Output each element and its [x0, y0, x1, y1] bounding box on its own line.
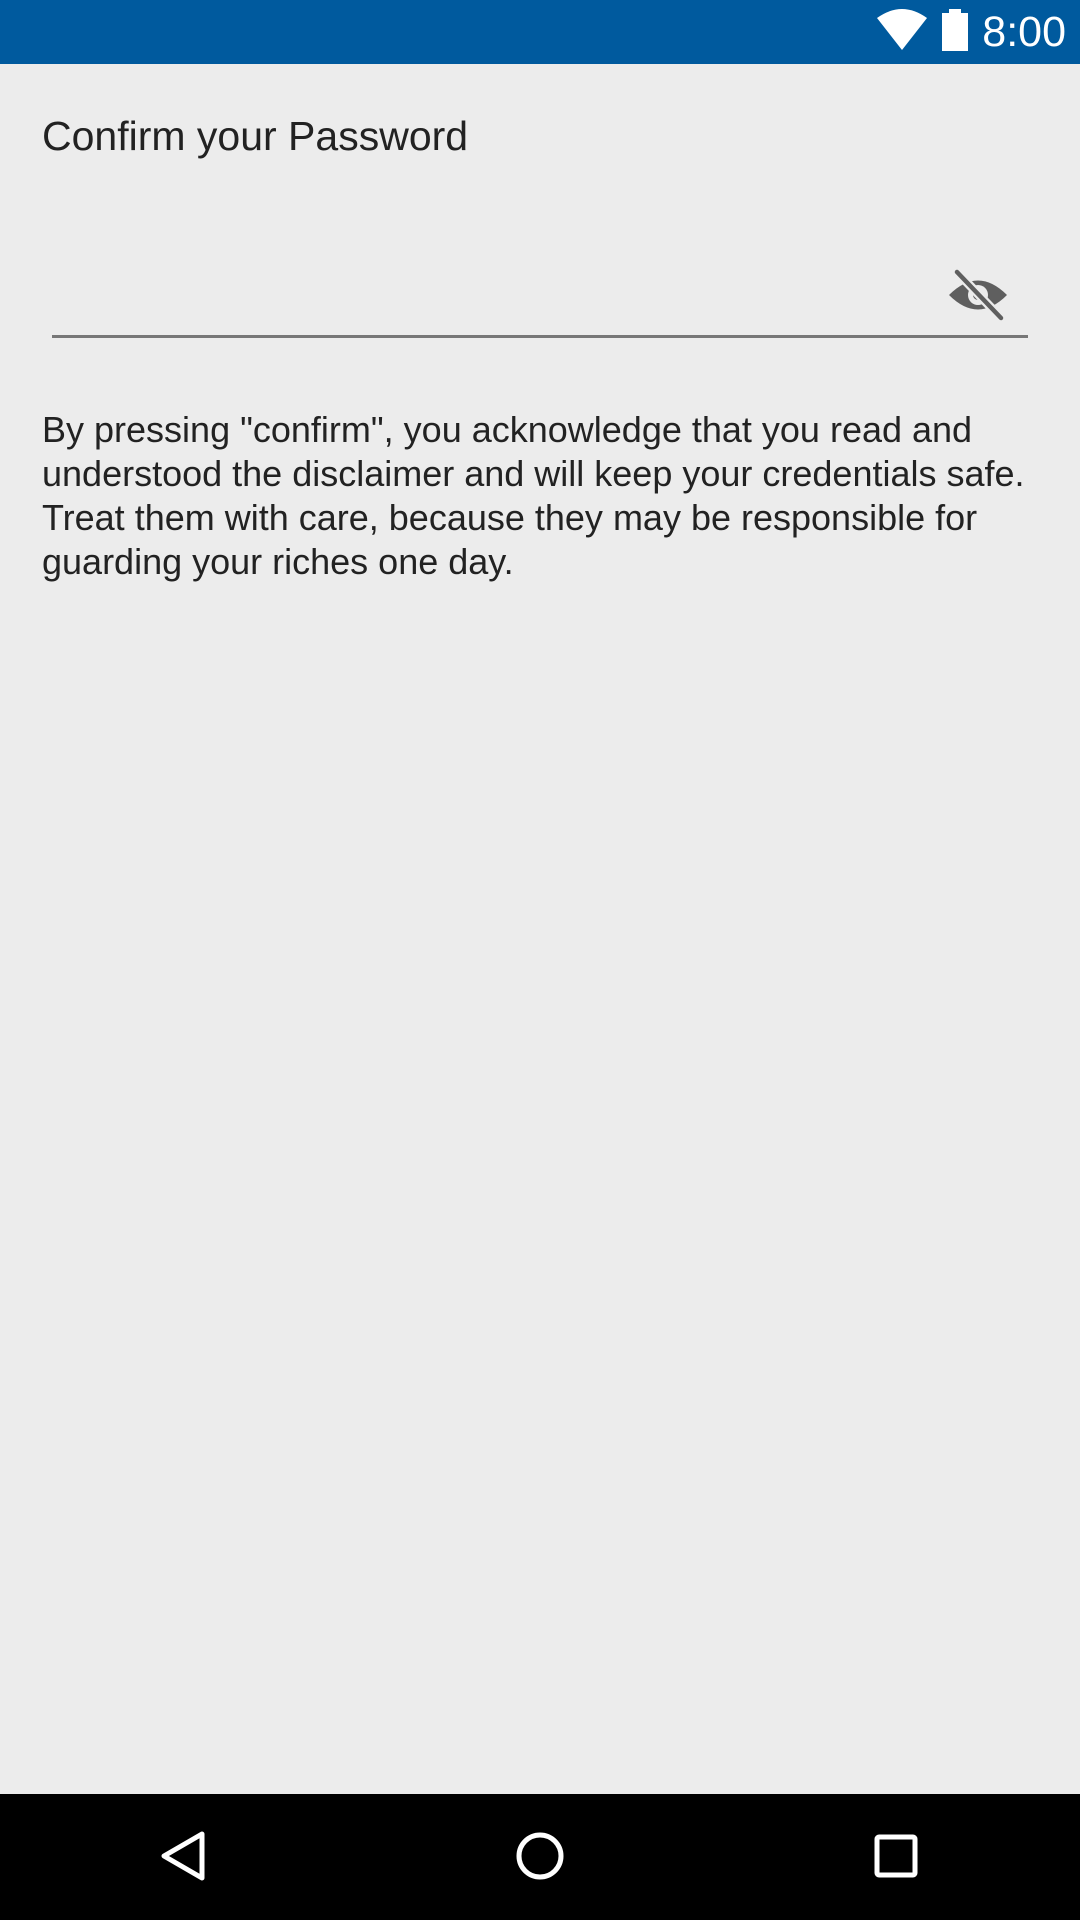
back-button[interactable]	[148, 1822, 220, 1894]
recents-button[interactable]	[860, 1822, 932, 1894]
recents-icon	[868, 1828, 924, 1889]
home-button[interactable]	[504, 1822, 576, 1894]
visibility-toggle-button[interactable]	[940, 266, 1016, 328]
battery-icon	[940, 8, 982, 56]
password-field	[52, 250, 1028, 338]
visibility-off-icon	[947, 268, 1009, 327]
password-input[interactable]	[52, 250, 932, 334]
wifi-icon	[876, 8, 940, 56]
page-title: Confirm your Password	[42, 113, 469, 159]
disclaimer-text: By pressing "confirm", you acknowledge t…	[42, 409, 1025, 582]
status-clock: 8:00	[982, 8, 1066, 56]
status-icons: 8:00	[876, 0, 1066, 64]
navigation-bar	[0, 1794, 1080, 1920]
field-underline	[52, 335, 1028, 338]
home-icon	[512, 1828, 568, 1889]
status-bar: 8:00	[0, 0, 1080, 64]
back-icon	[156, 1828, 212, 1889]
